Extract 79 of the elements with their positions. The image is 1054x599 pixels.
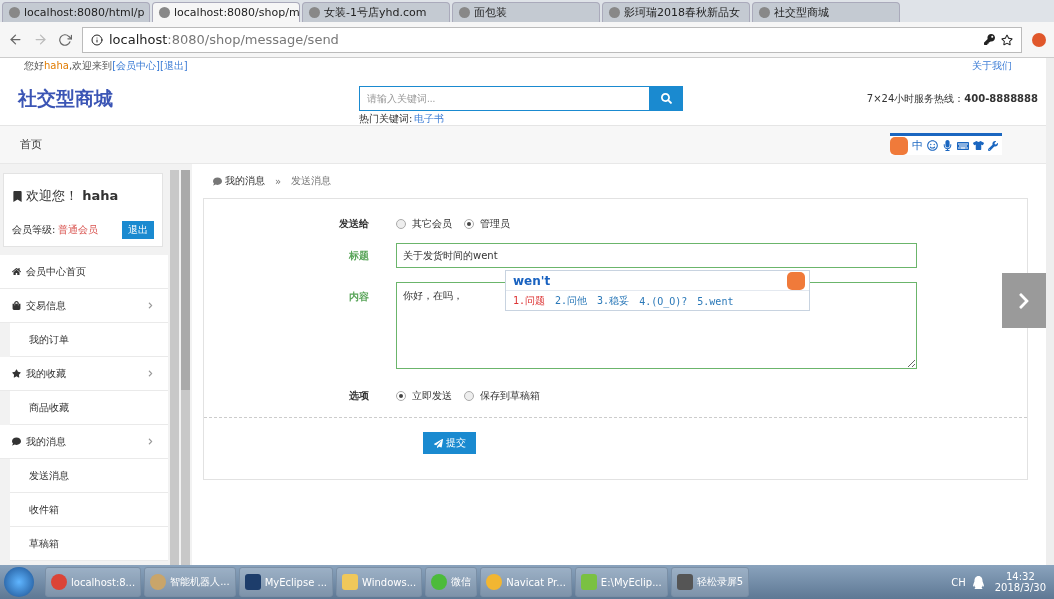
chevron-icon [147,438,154,445]
about-link[interactable]: 关于我们 [972,58,1012,73]
ime-logo-icon[interactable] [890,136,908,155]
key-icon[interactable] [984,34,995,45]
ime-candidate[interactable]: 2.问他 [555,294,588,308]
start-button[interactable] [4,567,34,597]
field-label: 标题 [348,248,370,263]
ime-candidate[interactable]: 5.went [697,295,734,307]
sidebar-subitem[interactable]: 商品收藏 [10,391,168,425]
browser-tab[interactable]: localhost:8080/shop/m [152,2,300,22]
sidebar-item[interactable]: 会员中心首页 [0,255,168,289]
back-icon[interactable] [8,32,23,47]
smiley-icon[interactable] [927,140,938,151]
hotline-text: 7×24小时服务热线：400-8888888 [866,92,1038,106]
sidebar-item-label: 我的消息 [26,434,67,449]
radio-option[interactable]: 保存到草稿箱 [464,389,540,403]
sidebar-item-label: 会员中心首页 [26,264,87,279]
hot-keyword-link[interactable]: 电子书 [414,112,445,126]
member-level: 普通会员 [58,223,99,237]
ime-mode[interactable]: 中 [912,138,923,153]
address-field[interactable]: localhost:8080/shop/message/send [82,26,1022,53]
browser-tab[interactable]: 社交型商城 [752,2,900,22]
submit-button[interactable]: 提交 [423,432,476,454]
chevron-icon [147,370,154,377]
star-icon [12,369,21,378]
ime-logo-icon [787,271,805,290]
sidebar-item[interactable]: 交易信息 [0,289,168,323]
bookmark-icon [12,190,23,202]
reload-icon[interactable] [58,32,72,47]
search-button[interactable] [650,86,683,111]
hot-keywords-label: 热门关键词: [359,112,413,126]
bag-icon [12,301,21,310]
browser-tab[interactable]: localhost:8080/html/p [2,2,150,22]
breadcrumb-separator: » [275,175,282,187]
browser-tab[interactable]: 女装-1号店yhd.com [302,2,450,22]
ime-candidate[interactable]: 4.(O_O)? [639,295,688,307]
field-label: 选项 [348,389,370,403]
wrench-icon[interactable] [988,140,998,151]
sidebar-subitem[interactable]: 草稿箱 [10,527,168,561]
logout-button[interactable]: 退出 [122,221,154,239]
breadcrumb-current: 发送消息 [291,174,332,188]
welcome-text: 欢迎您！ haha [26,187,119,205]
radio-option[interactable]: 管理员 [464,217,510,231]
greeting-text: 您好haha,欢迎来到[会员中心][退出] [24,58,188,73]
site-logo[interactable]: 社交型商城 [18,86,359,112]
radio-option[interactable]: 立即发送 [396,389,452,403]
field-label: 发送给 [338,217,370,231]
star-icon[interactable] [1001,33,1013,46]
sidebar-item[interactable]: 我的收藏 [0,357,168,391]
field-label: 内容 [348,290,370,304]
nav-link[interactable]: 首页 [20,137,42,152]
sidebar-item[interactable]: 我的消息 [0,425,168,459]
keyboard-icon[interactable] [957,139,969,152]
penguin-icon[interactable] [971,575,985,589]
radio-option[interactable]: 其它会员 [396,217,452,231]
speech-bubble-icon [12,437,21,446]
chevron-icon [147,302,154,309]
ime-candidate[interactable]: 1.问题 [513,294,546,308]
search-icon [661,93,672,104]
house-icon [12,267,21,276]
sidebar-subitem[interactable]: 收件箱 [10,493,168,527]
breadcrumb-link[interactable]: 我的消息 [225,174,265,188]
title-field[interactable]: 关于发货时间的went [396,243,917,268]
search-field[interactable]: 请输入关键词... [359,86,650,111]
microphone-icon[interactable] [942,140,953,151]
ime-candidate[interactable]: 3.稳妥 [597,294,630,308]
sidebar-subitem[interactable]: 发送消息 [10,459,168,493]
info-icon[interactable] [91,33,103,46]
speech-bubble-icon [213,176,222,186]
sidebar-item-label: 我的收藏 [26,366,67,381]
browser-tab[interactable]: 面包装 [452,2,600,22]
paper-plane-icon [433,438,443,448]
member-level-label: 会员等级: [12,223,56,237]
browser-tab[interactable]: 影珂瑞2018春秋新品女 [602,2,750,22]
shirt-icon[interactable] [973,140,984,151]
clock[interactable]: 14:32 2018/3/30 [990,571,1050,593]
extension-icon[interactable] [1032,32,1046,47]
sidebar-subitem[interactable]: 我的订单 [10,323,168,357]
sidebar-item-label: 交易信息 [26,298,67,313]
